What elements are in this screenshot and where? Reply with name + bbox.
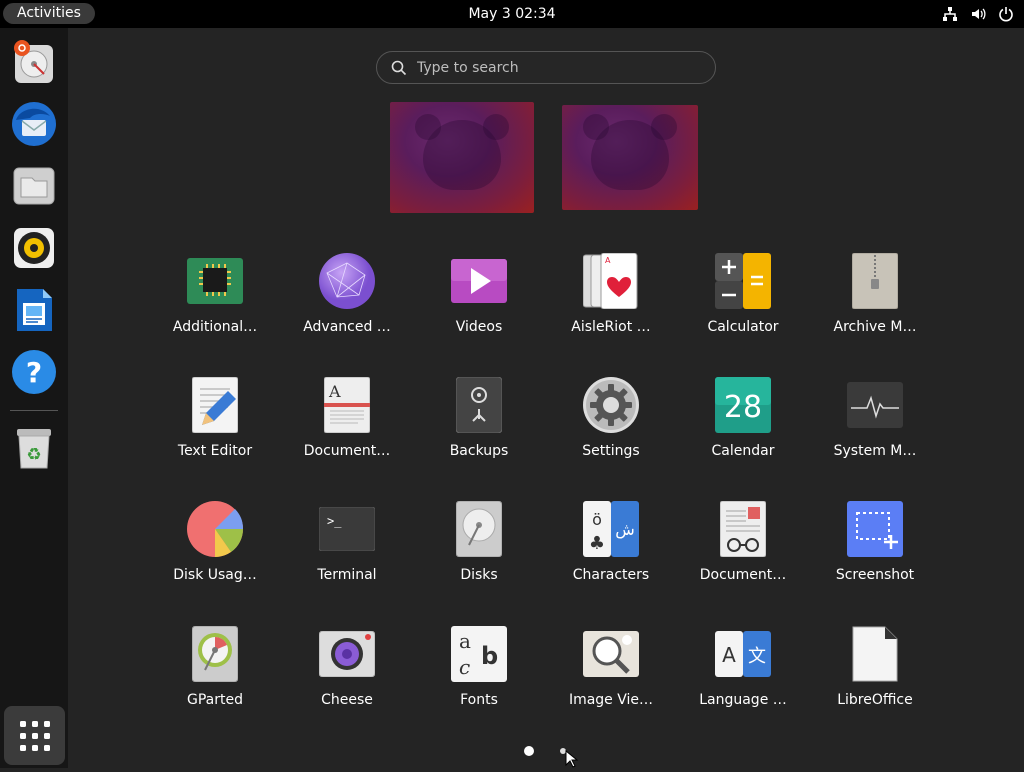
app-text-editor[interactable]: Text Editor xyxy=(150,377,280,487)
dock-installer-icon[interactable] xyxy=(8,36,60,88)
app-system-monitor[interactable]: System M… xyxy=(810,377,940,487)
svg-text:A: A xyxy=(328,382,341,401)
backup-safe-icon xyxy=(451,377,507,433)
app-screenshot[interactable]: Screenshot xyxy=(810,501,940,611)
clock[interactable]: May 3 02:34 xyxy=(468,6,555,22)
app-backups[interactable]: Backups xyxy=(414,377,544,487)
svg-text:A: A xyxy=(722,643,736,667)
power-icon[interactable] xyxy=(998,6,1014,22)
app-additional-drivers[interactable]: Additional… xyxy=(150,253,280,363)
workspace-thumbnail-2[interactable] xyxy=(562,105,698,210)
network-icon[interactable] xyxy=(942,6,958,22)
search-bar[interactable] xyxy=(376,51,716,84)
document-glasses-icon xyxy=(715,501,771,557)
svg-text:文: 文 xyxy=(748,646,766,667)
screenshot-icon xyxy=(847,501,903,557)
app-document-viewer[interactable]: A Document… xyxy=(282,377,412,487)
calculator-icon xyxy=(715,253,771,309)
app-aisleriot[interactable]: A AisleRiot … xyxy=(546,253,676,363)
dock-help-icon[interactable]: ? xyxy=(8,346,60,398)
svg-text:♻: ♻ xyxy=(26,445,41,465)
app-settings[interactable]: Settings xyxy=(546,377,676,487)
svg-text:♣: ♣ xyxy=(589,533,605,554)
terminal-icon: >_ xyxy=(319,501,375,557)
app-grid-icon xyxy=(19,720,50,751)
svg-text:A: A xyxy=(605,256,611,265)
svg-text:c: c xyxy=(459,655,470,679)
calendar-icon: 28 xyxy=(715,377,771,433)
app-archive-manager[interactable]: Archive M… xyxy=(810,253,940,363)
svg-text:ش: ش xyxy=(615,520,635,539)
camera-icon xyxy=(319,626,375,682)
document-viewer-icon: A xyxy=(319,377,375,433)
activities-button[interactable]: Activities xyxy=(3,3,95,24)
video-play-icon xyxy=(451,253,507,309)
pie-chart-icon xyxy=(187,501,243,557)
app-language-support[interactable]: A文 Language … xyxy=(678,626,808,736)
disk-drive-icon xyxy=(451,501,507,557)
svg-text:b: b xyxy=(481,642,498,670)
app-advanced-network[interactable]: Advanced … xyxy=(282,253,412,363)
app-gparted[interactable]: GParted xyxy=(150,626,280,736)
top-bar: Activities May 3 02:34 xyxy=(0,0,1024,28)
app-libreoffice[interactable]: LibreOffice xyxy=(810,626,940,736)
show-applications-button[interactable] xyxy=(4,706,65,765)
workspace-thumbnail-1[interactable] xyxy=(390,102,534,213)
gear-icon xyxy=(583,377,639,433)
dock-thunderbird-icon[interactable] xyxy=(8,98,60,150)
dock-files-icon[interactable] xyxy=(8,160,60,212)
app-disks[interactable]: Disks xyxy=(414,501,544,611)
magnifier-image-icon xyxy=(583,626,639,682)
language-icon: A文 xyxy=(715,626,771,682)
libreoffice-document-icon xyxy=(847,626,903,682)
dock-trash-icon[interactable]: ♻ xyxy=(8,422,60,474)
svg-text:ö: ö xyxy=(592,510,602,529)
network-globe-icon xyxy=(319,253,375,309)
volume-icon[interactable] xyxy=(970,6,986,22)
svg-text:>_: >_ xyxy=(327,514,342,528)
app-fonts[interactable]: acb Fonts xyxy=(414,626,544,736)
app-characters[interactable]: ö ♣ ش Characters xyxy=(546,501,676,611)
app-videos[interactable]: Videos xyxy=(414,253,544,363)
calendar-day: 28 xyxy=(724,390,762,425)
app-document-scanner[interactable]: Document… xyxy=(678,501,808,611)
svg-text:a: a xyxy=(459,629,471,653)
chip-icon xyxy=(187,253,243,309)
playing-cards-icon: A xyxy=(583,253,639,309)
text-editor-icon xyxy=(187,377,243,433)
mouse-cursor xyxy=(565,749,579,772)
characters-icon: ö ♣ ش xyxy=(583,501,639,557)
app-calculator[interactable]: Calculator xyxy=(678,253,808,363)
search-input[interactable] xyxy=(417,59,715,76)
app-disk-usage[interactable]: Disk Usag… xyxy=(150,501,280,611)
dock: ? ♻ xyxy=(0,28,68,768)
fonts-icon: acb xyxy=(451,626,507,682)
app-calendar[interactable]: 28 Calendar xyxy=(678,377,808,487)
app-cheese[interactable]: Cheese xyxy=(282,626,412,736)
search-icon xyxy=(391,60,407,75)
app-image-viewer[interactable]: Image Vie… xyxy=(546,626,676,736)
dock-libreoffice-writer-icon[interactable] xyxy=(8,284,60,336)
page-indicator-1[interactable] xyxy=(524,746,534,756)
svg-text:?: ? xyxy=(26,356,42,389)
gparted-icon xyxy=(187,626,243,682)
system-tray[interactable] xyxy=(942,0,1014,28)
dock-separator xyxy=(10,410,58,411)
dock-rhythmbox-icon[interactable] xyxy=(8,222,60,274)
archive-box-icon xyxy=(847,253,903,309)
system-monitor-icon xyxy=(847,377,903,433)
app-terminal[interactable]: >_ Terminal xyxy=(282,501,412,611)
